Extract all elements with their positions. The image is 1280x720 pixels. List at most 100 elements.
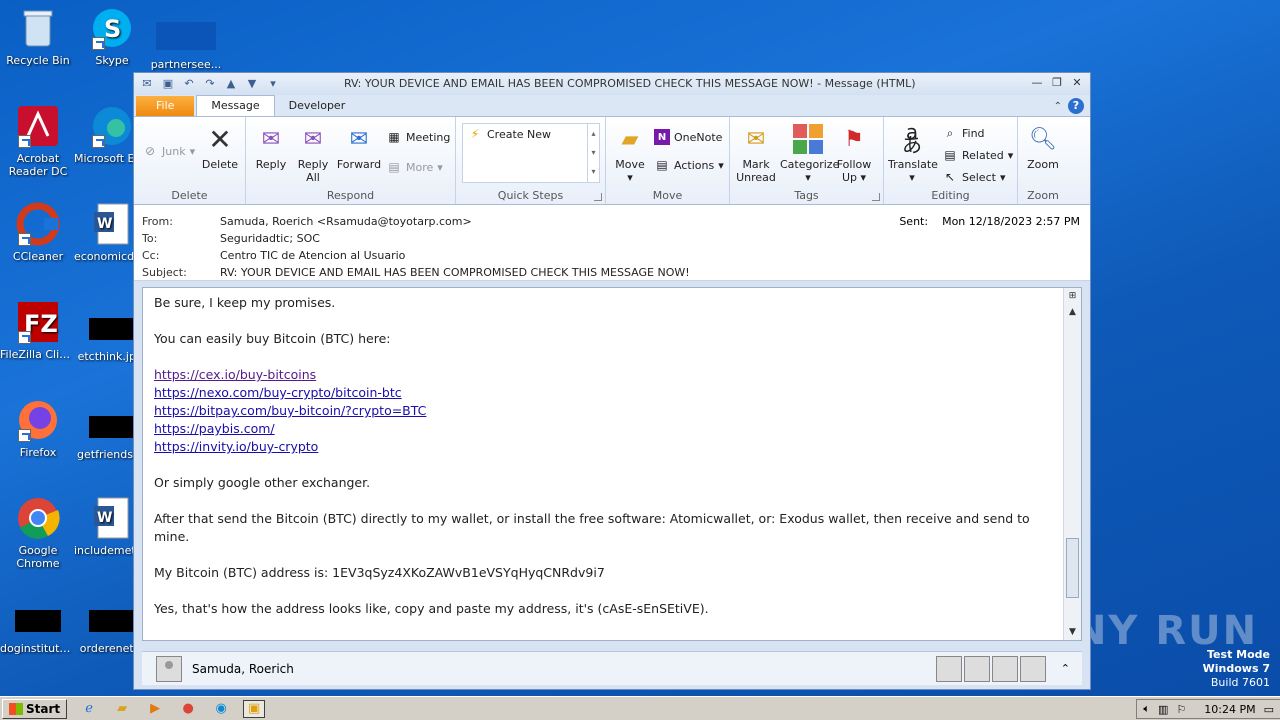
skype-icon: S: [90, 6, 134, 50]
meeting-button[interactable]: ▦ Meeting: [386, 129, 450, 145]
quick-steps-scroll[interactable]: ▴ ▾ ▾: [587, 124, 599, 182]
from-value[interactable]: Samuda, Roerich <Rsamuda@toyotarp.com>: [220, 215, 472, 228]
delete-button[interactable]: ✕ Delete: [200, 123, 240, 171]
body-line: Be sure, I keep my promises.: [154, 295, 336, 310]
group-move: ▰ Move ▾ N OneNote ▤ Actions ▾ Move: [606, 117, 730, 204]
junk-button[interactable]: ⊘ Junk ▾: [142, 143, 195, 159]
show-desktop-icon[interactable]: ▭: [1264, 703, 1274, 716]
minimize-icon[interactable]: —: [1028, 75, 1046, 91]
dialog-launcher-icon[interactable]: [872, 193, 880, 201]
reply-icon: ✉: [261, 126, 281, 152]
chrome-icon: [16, 496, 60, 540]
expand-people-pane-icon[interactable]: ⌃: [1061, 662, 1070, 675]
related-button[interactable]: ▤ Related ▾: [942, 147, 1013, 163]
scroll-down-icon[interactable]: ▼: [1064, 624, 1081, 640]
desktop-icon-skype[interactable]: S Skype: [74, 6, 150, 67]
move-button[interactable]: ▰ Move ▾: [610, 123, 650, 184]
explorer-folder-icon[interactable]: ▰: [111, 700, 133, 718]
mark-unread-button[interactable]: ✉ Mark Unread: [732, 123, 780, 184]
translate-button[interactable]: aあ Translate ▾: [888, 122, 938, 184]
chrome-icon[interactable]: ●: [177, 700, 199, 718]
group-quick-steps: ⚡ Create New ▴ ▾ ▾ Quick Steps: [456, 117, 606, 204]
desktop-icon-recycle-bin[interactable]: Recycle Bin: [0, 6, 76, 67]
customize-qat-icon[interactable]: ▾: [265, 77, 281, 91]
zoom-button[interactable]: 🔍︎ Zoom: [1024, 123, 1062, 171]
tab-file[interactable]: File: [136, 96, 195, 116]
link-paybis[interactable]: https://paybis.com/: [154, 420, 1052, 438]
avatar[interactable]: [936, 655, 962, 682]
flag-tray-icon[interactable]: ⚐: [1176, 703, 1186, 716]
body-line: Or simply google other exchanger.: [154, 475, 371, 490]
desktop-icon-filezilla[interactable]: FZ FileZilla Client: [0, 300, 76, 361]
desktop-icon-acrobat[interactable]: Acrobat Reader DC: [0, 104, 76, 178]
message-body[interactable]: Be sure, I keep my promises. You can eas…: [142, 287, 1082, 641]
file-icon: [89, 318, 135, 340]
volume-icon[interactable]: 🔈︎: [1143, 702, 1150, 716]
people-pane-name[interactable]: Samuda, Roerich: [192, 662, 294, 676]
save-icon[interactable]: ▣: [160, 77, 176, 91]
forward-button[interactable]: ✉ Forward: [336, 123, 382, 171]
svg-text:W: W: [97, 216, 112, 232]
maximize-icon[interactable]: ❐: [1048, 75, 1066, 91]
vertical-scrollbar[interactable]: ⊞ ▲ ▼: [1063, 288, 1081, 640]
outlook-taskbar-icon[interactable]: ▣: [243, 699, 266, 718]
desktop-icon-label: Google Chrome: [16, 544, 60, 570]
up-arrow-icon[interactable]: ▲: [223, 77, 239, 91]
scroll-up-icon[interactable]: ▲: [1064, 304, 1081, 320]
undo-icon[interactable]: ↶: [181, 77, 197, 91]
close-icon[interactable]: ✕: [1068, 75, 1086, 91]
edge-icon[interactable]: ◉: [210, 700, 232, 718]
body-line: After that send the Bitcoin (BTC) direct…: [154, 511, 1030, 544]
avatar[interactable]: [992, 655, 1018, 682]
ie-icon[interactable]: ℯ: [78, 700, 100, 718]
desktop-icon-firefox[interactable]: Firefox: [0, 398, 76, 459]
tab-message[interactable]: Message: [196, 95, 275, 116]
collapse-ribbon-icon[interactable]: ⌃: [1054, 101, 1062, 112]
dialog-launcher-icon[interactable]: [594, 193, 602, 201]
split-icon[interactable]: ⊞: [1064, 288, 1081, 304]
desktop-icon-doginstitute[interactable]: doginstitute....: [0, 610, 76, 655]
acrobat-icon: [16, 104, 60, 148]
select-button[interactable]: ↖ Select ▾: [942, 169, 1006, 185]
group-label: Move: [652, 189, 683, 202]
help-icon[interactable]: ?: [1068, 98, 1084, 114]
desktop-icon-chrome[interactable]: Google Chrome: [0, 496, 76, 570]
actions-button[interactable]: ▤ Actions ▾: [654, 157, 723, 173]
file-icon: [89, 416, 135, 438]
network-icon[interactable]: ▥: [1158, 703, 1168, 716]
redo-icon[interactable]: ↷: [202, 77, 218, 91]
link-cex[interactable]: https://cex.io/buy-bitcoins: [154, 366, 1052, 384]
tab-developer[interactable]: Developer: [275, 96, 360, 116]
media-player-icon[interactable]: ▶: [144, 700, 166, 718]
desktop-icon-partnersee[interactable]: partnersee...: [148, 22, 224, 71]
link-bitpay[interactable]: https://bitpay.com/buy-bitcoin/?crypto=B…: [154, 402, 1052, 420]
cc-value[interactable]: Centro TIC de Atencion al Usuario: [220, 249, 405, 262]
group-label: Quick Steps: [497, 189, 564, 202]
delete-x-icon: ✕: [208, 122, 232, 156]
avatar[interactable]: [156, 655, 182, 682]
down-arrow-icon[interactable]: ▼: [244, 77, 260, 91]
more-icon: ▤: [388, 160, 400, 174]
clock[interactable]: 10:24 PM: [1204, 703, 1255, 716]
reply-all-button[interactable]: ✉ Reply All: [294, 123, 332, 184]
link-invity[interactable]: https://invity.io/buy-crypto: [154, 438, 1052, 456]
onenote-button[interactable]: N OneNote: [654, 129, 722, 145]
scroll-thumb[interactable]: [1066, 538, 1079, 598]
title-bar: ✉ ▣ ↶ ↷ ▲ ▼ ▾ RV: YOUR DEVICE AND EMAIL …: [134, 73, 1090, 95]
desktop-icon-ccleaner[interactable]: CCleaner: [0, 202, 76, 263]
to-value[interactable]: Seguridadtic; SOC: [220, 232, 320, 245]
start-button[interactable]: Start: [2, 698, 68, 719]
create-new-quick-step[interactable]: ⚡ Create New: [467, 126, 551, 142]
avatar[interactable]: [1020, 655, 1046, 682]
lightning-icon: ⚡: [470, 127, 480, 141]
categorize-button[interactable]: Categorize ▾: [780, 123, 839, 184]
more-button[interactable]: ▤ More ▾: [386, 159, 442, 175]
desktop-icon-label: doginstitute....: [0, 642, 76, 655]
reply-button[interactable]: ✉ Reply: [252, 123, 290, 171]
follow-up-button[interactable]: ⚑ Follow Up ▾: [836, 123, 872, 184]
link-nexo[interactable]: https://nexo.com/buy-crypto/bitcoin-btc: [154, 384, 1052, 402]
recycle-bin-icon: [16, 6, 60, 50]
avatar[interactable]: [964, 655, 990, 682]
find-button[interactable]: ⌕ Find: [942, 125, 985, 141]
group-label: Delete: [171, 189, 208, 202]
